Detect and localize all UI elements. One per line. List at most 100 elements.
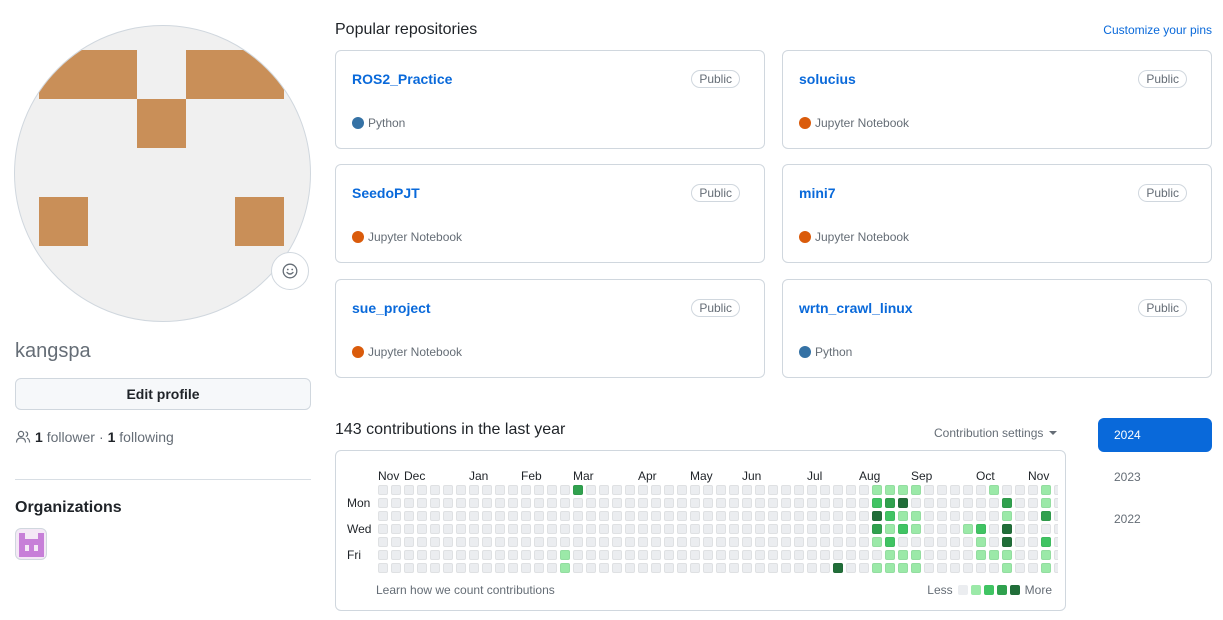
contribution-day[interactable] [1015,498,1025,508]
contribution-day[interactable] [963,498,973,508]
contribution-day[interactable] [443,524,453,534]
contribution-day[interactable] [703,537,713,547]
contribution-day[interactable] [508,563,518,573]
contribution-day[interactable] [534,498,544,508]
avatar[interactable] [14,25,311,322]
contribution-day[interactable] [794,485,804,495]
contribution-day[interactable] [690,485,700,495]
contribution-day[interactable] [495,524,505,534]
contribution-day[interactable] [1028,537,1038,547]
contribution-day[interactable] [664,511,674,521]
contribution-day[interactable] [521,498,531,508]
contribution-day[interactable] [404,511,414,521]
contribution-day[interactable] [794,524,804,534]
contribution-day[interactable] [612,563,622,573]
contribution-day[interactable] [885,537,895,547]
contribution-day[interactable] [1028,524,1038,534]
contribution-day[interactable] [1054,550,1058,560]
contribution-day[interactable] [664,524,674,534]
contribution-day[interactable] [508,537,518,547]
contribution-day[interactable] [898,524,908,534]
contribution-day[interactable] [573,537,583,547]
contribution-day[interactable] [521,563,531,573]
repo-name-link[interactable]: mini7 [799,185,836,201]
contribution-day[interactable] [859,563,869,573]
contribution-day[interactable] [937,550,947,560]
contribution-day[interactable] [482,498,492,508]
contribution-day[interactable] [781,485,791,495]
contribution-day[interactable] [430,511,440,521]
contribution-day[interactable] [469,537,479,547]
contribution-day[interactable] [1028,550,1038,560]
contribution-day[interactable] [911,563,921,573]
contribution-day[interactable] [534,550,544,560]
contribution-day[interactable] [430,537,440,547]
contribution-day[interactable] [638,498,648,508]
contribution-day[interactable] [794,511,804,521]
contribution-day[interactable] [833,498,843,508]
contribution-day[interactable] [768,485,778,495]
year-2022-button[interactable]: 2022 [1098,502,1212,536]
contribution-day[interactable] [794,537,804,547]
contribution-day[interactable] [833,537,843,547]
contribution-day[interactable] [547,485,557,495]
contribution-day[interactable] [794,563,804,573]
contribution-day[interactable] [404,524,414,534]
contribution-day[interactable] [586,485,596,495]
contribution-day[interactable] [534,524,544,534]
contribution-day[interactable] [703,550,713,560]
contribution-day[interactable] [495,537,505,547]
contribution-day[interactable] [391,498,401,508]
contribution-day[interactable] [976,550,986,560]
contribution-day[interactable] [1015,537,1025,547]
contribution-day[interactable] [768,537,778,547]
contribution-day[interactable] [547,498,557,508]
contribution-day[interactable] [950,537,960,547]
contribution-day[interactable] [391,511,401,521]
contribution-day[interactable] [469,511,479,521]
contribution-day[interactable] [586,524,596,534]
contribution-day[interactable] [833,563,843,573]
contribution-day[interactable] [859,485,869,495]
contribution-day[interactable] [1015,485,1025,495]
contribution-day[interactable] [690,511,700,521]
contribution-day[interactable] [391,550,401,560]
contribution-day[interactable] [469,485,479,495]
contribution-day[interactable] [378,550,388,560]
contribution-day[interactable] [378,524,388,534]
contribution-day[interactable] [391,563,401,573]
contribution-day[interactable] [690,537,700,547]
contribution-day[interactable] [482,511,492,521]
contribution-day[interactable] [599,498,609,508]
contribution-day[interactable] [989,524,999,534]
contribution-day[interactable] [1041,537,1051,547]
contribution-day[interactable] [755,511,765,521]
contribution-day[interactable] [768,550,778,560]
repo-name-link[interactable]: ROS2_Practice [352,71,452,87]
contribution-day[interactable] [586,550,596,560]
contribution-day[interactable] [495,511,505,521]
year-2024-button[interactable]: 2024 [1098,418,1212,452]
contribution-day[interactable] [573,563,583,573]
contribution-day[interactable] [716,524,726,534]
contribution-day[interactable] [599,563,609,573]
contribution-day[interactable] [495,563,505,573]
contribution-day[interactable] [716,537,726,547]
contribution-day[interactable] [755,485,765,495]
contribution-day[interactable] [521,511,531,521]
contribution-day[interactable] [586,511,596,521]
contribution-day[interactable] [1054,485,1058,495]
contribution-day[interactable] [469,550,479,560]
contribution-day[interactable] [469,498,479,508]
contribution-day[interactable] [612,524,622,534]
contribution-day[interactable] [404,563,414,573]
contribution-day[interactable] [1002,485,1012,495]
contribution-day[interactable] [703,498,713,508]
contribution-day[interactable] [703,485,713,495]
contribution-day[interactable] [1041,511,1051,521]
contribution-day[interactable] [469,563,479,573]
contribution-day[interactable] [885,485,895,495]
set-status-button[interactable] [271,252,309,290]
contribution-day[interactable] [989,511,999,521]
contribution-day[interactable] [456,485,466,495]
